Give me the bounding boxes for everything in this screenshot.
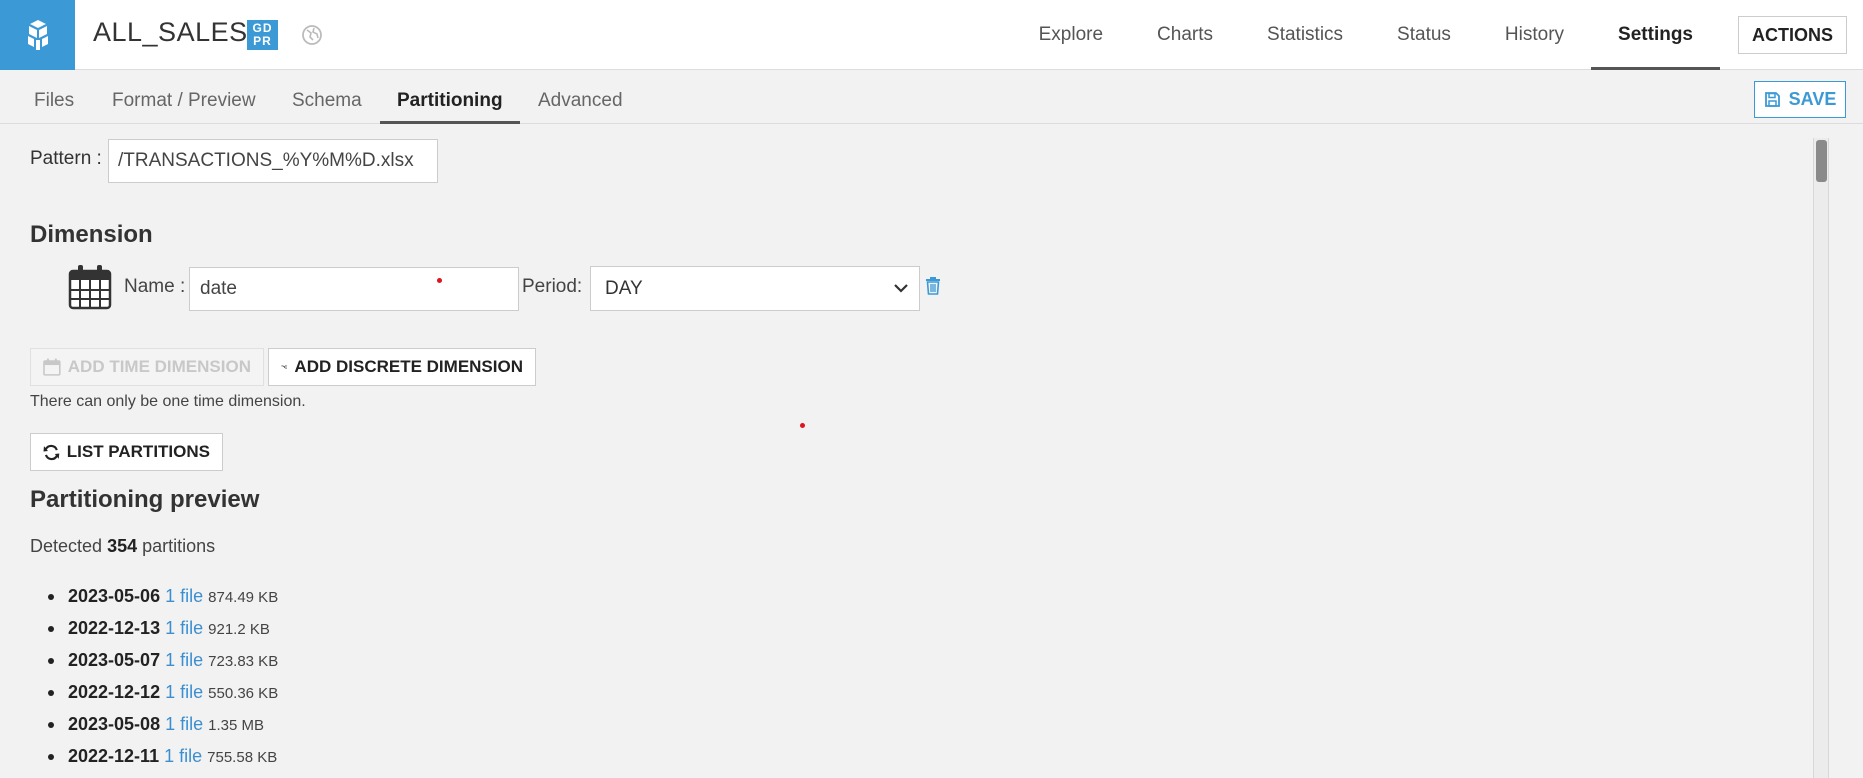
detected-suffix: partitions — [142, 536, 216, 556]
add-time-dimension-button[interactable]: ADD TIME DIMENSION — [30, 348, 264, 386]
detected-prefix: Detected — [30, 536, 103, 556]
main-nav: Explore Charts Statistics Status History… — [1012, 0, 1863, 70]
partition-size: 755.58 KB — [207, 749, 278, 766]
nav-explore[interactable]: Explore — [1012, 0, 1130, 70]
period-select[interactable]: DAY — [590, 266, 920, 311]
dimension-title: Dimension — [30, 221, 153, 248]
time-dimension-hint: There can only be one time dimension. — [30, 393, 306, 410]
save-label: SAVE — [1788, 89, 1837, 109]
pattern-input[interactable]: /TRANSACTIONS_%Y%M%D.xlsx — [108, 139, 438, 183]
period-label: Period: — [522, 276, 583, 297]
partition-list: 2023-05-06 1 file 874.49 KB 2022-12-13 1… — [30, 580, 278, 772]
actions-button[interactable]: ACTIONS — [1738, 16, 1847, 54]
partition-size: 874.49 KB — [208, 589, 279, 606]
partition-date: 2023-05-07 — [68, 650, 161, 670]
tab-partitioning[interactable]: Partitioning — [380, 71, 520, 124]
partition-date: 2022-12-11 — [68, 746, 160, 766]
tab-files[interactable]: Files — [17, 71, 91, 124]
partition-date: 2022-12-13 — [68, 618, 161, 638]
dataset-icon[interactable] — [0, 0, 75, 70]
partition-files-link[interactable]: 1 file — [164, 746, 202, 766]
add-time-dimension-label: ADD TIME DIMENSION — [67, 357, 251, 376]
dimension-name-input[interactable]: date — [189, 267, 519, 311]
tab-format-preview[interactable]: Format / Preview — [95, 71, 273, 124]
nav-settings[interactable]: Settings — [1591, 0, 1720, 70]
save-icon — [1764, 92, 1780, 107]
nav-status[interactable]: Status — [1370, 0, 1478, 70]
partition-size: 1.35 MB — [208, 717, 265, 734]
delete-dimension-icon[interactable] — [925, 277, 941, 300]
nav-charts[interactable]: Charts — [1130, 0, 1240, 70]
tab-advanced[interactable]: Advanced — [521, 71, 640, 124]
dimension-name-label: Name : — [124, 276, 186, 297]
tab-schema[interactable]: Schema — [275, 71, 379, 124]
add-discrete-dimension-label: ADD DISCRETE DIMENSION — [294, 357, 523, 376]
partition-files-link[interactable]: 1 file — [165, 650, 203, 670]
list-item: 2023-05-07 1 file 723.83 KB — [30, 644, 278, 676]
gdpr-badge-icon[interactable]: GD PR — [247, 20, 278, 50]
list-partitions-button[interactable]: LIST PARTITIONS — [30, 433, 223, 471]
list-item: 2022-12-12 1 file 550.36 KB — [30, 676, 278, 708]
scrollbar[interactable] — [1813, 138, 1829, 778]
partition-size: 723.83 KB — [208, 653, 279, 670]
top-header: ALL_SALES GD PR Explore Charts Statistics… — [0, 0, 1863, 70]
branch-icon — [281, 365, 288, 369]
partition-files-link[interactable]: 1 file — [165, 618, 203, 638]
calendar-icon — [43, 358, 61, 376]
period-value: DAY — [605, 278, 643, 299]
partition-size: 921.2 KB — [208, 621, 270, 638]
settings-tabs: Files Format / Preview Schema Partitioni… — [0, 71, 1863, 124]
partition-files-link[interactable]: 1 file — [165, 714, 203, 734]
list-item: 2022-12-13 1 file 921.2 KB — [30, 612, 278, 644]
chevron-down-icon — [894, 284, 908, 293]
partition-date: 2023-05-08 — [68, 714, 161, 734]
partitioning-preview-title: Partitioning preview — [30, 486, 260, 513]
marker-dot — [437, 278, 442, 283]
partition-files-link[interactable]: 1 file — [165, 586, 203, 606]
list-partitions-label: LIST PARTITIONS — [66, 442, 210, 461]
dataset-title: ALL_SALES — [93, 17, 248, 47]
calendar-icon — [68, 264, 112, 315]
pattern-label: Pattern : — [30, 148, 102, 169]
partition-size: 550.36 KB — [208, 685, 279, 702]
list-item: 2023-05-08 1 file 1.35 MB — [30, 708, 278, 740]
detected-count: 354 — [107, 536, 138, 556]
partition-files-link[interactable]: 1 file — [165, 682, 203, 702]
nav-statistics[interactable]: Statistics — [1240, 0, 1370, 70]
globe-icon[interactable] — [301, 24, 323, 51]
marker-dot — [800, 423, 805, 428]
nav-history[interactable]: History — [1478, 0, 1591, 70]
save-button[interactable]: SAVE — [1754, 81, 1846, 118]
scrollbar-thumb[interactable] — [1816, 140, 1827, 182]
list-item: 2023-05-06 1 file 874.49 KB — [30, 580, 278, 612]
partition-date: 2023-05-06 — [68, 586, 161, 606]
refresh-icon — [43, 444, 60, 460]
list-item: 2022-12-11 1 file 755.58 KB — [30, 740, 278, 772]
partition-date: 2022-12-12 — [68, 682, 161, 702]
add-discrete-dimension-button[interactable]: ADD DISCRETE DIMENSION — [268, 348, 536, 386]
detected-summary: Detected 354 partitions — [30, 536, 215, 557]
